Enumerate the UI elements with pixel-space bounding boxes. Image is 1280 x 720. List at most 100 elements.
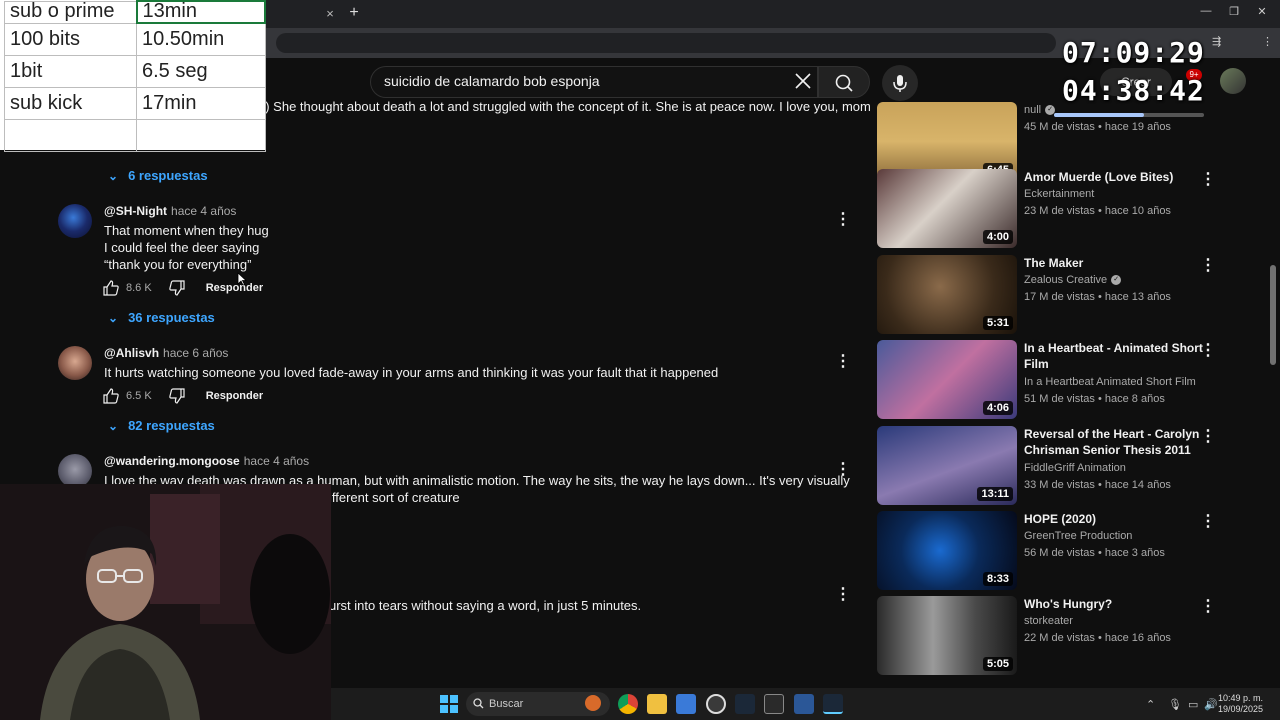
video-title[interactable]: Who's Hungry? [1024, 596, 1204, 612]
obs-icon[interactable] [706, 694, 726, 714]
recommended-video[interactable]: 13:11 Reversal of the Heart - Carolyn Ch… [877, 426, 1217, 506]
dislike-icon[interactable] [168, 279, 186, 297]
channel-label[interactable]: null [1024, 104, 1041, 116]
comment-line: That moment when they hug [104, 223, 269, 238]
channel-name[interactable]: GreenTree Production [1024, 530, 1132, 542]
video-thumbnail[interactable]: 5:05 [877, 596, 1017, 675]
author-name[interactable]: @SH-Night [104, 204, 167, 218]
video-title[interactable]: In a Heartbeat - Animated Short Film [1024, 340, 1204, 372]
comment-time[interactable]: hace 4 años [171, 204, 236, 218]
video-menu-icon[interactable]: ⋮ [1200, 171, 1216, 189]
view-replies-button[interactable]: ⌄ 6 respuestas [108, 168, 208, 183]
commenter-avatar[interactable] [58, 346, 92, 380]
channel-label[interactable]: Zealous Creative [1024, 274, 1107, 286]
file-explorer-icon[interactable] [647, 694, 667, 714]
tray-chevron-icon[interactable]: ⌃ [1146, 698, 1155, 711]
taskbar-clock[interactable]: 10:49 p. m. 19/09/2025 [1218, 693, 1263, 715]
channel-name[interactable]: In a Heartbeat Animated Short Film [1024, 376, 1196, 388]
search-highlight-icon[interactable] [585, 695, 601, 711]
recommended-video[interactable]: 4:00 Amor Muerde (Love Bites) Eckertainm… [877, 169, 1217, 249]
word-icon[interactable] [794, 694, 814, 714]
video-meta: 23 M de vistas • hace 10 años [1024, 205, 1171, 217]
channel-name[interactable]: null ✓ [1024, 104, 1056, 116]
recommended-video[interactable]: 5:05 Who's Hungry? storkeater 22 M de vi… [877, 596, 1217, 676]
price-item: sub o prime [4, 0, 137, 24]
commenter-avatar[interactable] [58, 454, 92, 488]
steam-icon[interactable] [735, 694, 755, 714]
tab-close-button[interactable]: × [322, 6, 338, 22]
comment-author[interactable]: @wandering.mongoose hace 4 años [104, 454, 309, 468]
view-replies-button[interactable]: ⌄ 36 respuestas [108, 310, 215, 325]
page-scrollbar[interactable] [1270, 265, 1276, 365]
like-icon[interactable] [102, 387, 120, 405]
video-title[interactable]: Amor Muerde (Love Bites) [1024, 169, 1204, 185]
video-thumbnail[interactable]: 8:33 [877, 511, 1017, 590]
display-tray-icon[interactable]: ▭ [1188, 698, 1198, 711]
recommended-video[interactable]: 4:06 In a Heartbeat - Animated Short Fil… [877, 340, 1217, 420]
search-icon [835, 74, 853, 92]
price-time: 17min [136, 86, 266, 120]
like-icon[interactable] [102, 279, 120, 297]
video-thumbnail[interactable]: 4:00 [877, 169, 1017, 248]
new-tab-button[interactable]: + [345, 4, 363, 22]
epic-games-icon[interactable] [764, 694, 784, 714]
price-time: 13min [135, 0, 266, 24]
browser-menu-icon[interactable]: ⋮ [1262, 35, 1273, 48]
comment-menu-icon[interactable]: ⋮ [835, 353, 851, 371]
commenter-avatar[interactable] [58, 204, 92, 238]
video-menu-icon[interactable]: ⋮ [1200, 598, 1216, 616]
comment-time[interactable]: hace 4 años [244, 454, 309, 468]
maximize-icon[interactable]: ❐ [1224, 5, 1244, 18]
author-name[interactable]: @wandering.mongoose [104, 454, 240, 468]
comment-time[interactable]: hace 6 años [163, 346, 228, 360]
author-name[interactable]: @Ahlisvh [104, 346, 159, 360]
reply-button[interactable]: Responder [206, 390, 263, 402]
comment-text: urst into tears without saying a word, i… [329, 597, 641, 614]
video-thumbnail[interactable]: 13:11 [877, 426, 1017, 505]
microsoft-store-icon[interactable] [676, 694, 696, 714]
microphone-tray-icon[interactable]: 🎙 [1168, 698, 1182, 711]
comment-menu-icon[interactable]: ⋮ [835, 586, 851, 604]
search-button[interactable] [818, 66, 870, 98]
price-time [136, 118, 266, 152]
video-meta: 51 M de vistas • hace 8 años [1024, 393, 1165, 405]
recommended-video[interactable]: 8:33 HOPE (2020) GreenTree Production 56… [877, 511, 1217, 591]
video-title[interactable]: The Maker [1024, 255, 1204, 271]
video-menu-icon[interactable]: ⋮ [1200, 257, 1216, 275]
video-menu-icon[interactable]: ⋮ [1200, 513, 1216, 531]
chrome-icon[interactable] [618, 694, 638, 714]
video-menu-icon[interactable]: ⋮ [1200, 342, 1216, 360]
url-input[interactable] [276, 33, 1056, 53]
volume-icon[interactable]: 🔊 [1204, 698, 1218, 711]
reply-button[interactable]: Responder [206, 282, 263, 294]
video-thumbnail[interactable]: 5:31 [877, 255, 1017, 334]
recommended-video[interactable]: 5:31 The Maker Zealous Creative ✓ 17 M de… [877, 255, 1217, 335]
steam-active-icon[interactable] [823, 694, 843, 714]
channel-name[interactable]: Eckertainment [1024, 188, 1094, 200]
channel-name[interactable]: Zealous Creative ✓ [1024, 274, 1122, 286]
dislike-icon[interactable] [168, 387, 186, 405]
comment-line: “thank you for everything” [104, 257, 252, 272]
windows-start-icon[interactable] [440, 695, 458, 713]
like-count: 8.6 K [126, 282, 152, 294]
webcam-overlay [0, 484, 331, 720]
chevron-down-icon: ⌄ [108, 168, 119, 183]
comment-menu-icon[interactable]: ⋮ [835, 461, 851, 479]
video-thumbnail[interactable]: 4:06 [877, 340, 1017, 419]
video-title[interactable]: HOPE (2020) [1024, 511, 1204, 527]
minimize-icon[interactable]: — [1196, 5, 1216, 17]
extensions-icon[interactable]: ⇶ [1212, 35, 1221, 48]
channel-name[interactable]: FiddleGriff Animation [1024, 462, 1126, 474]
clear-search-icon[interactable] [792, 70, 814, 92]
comment-author[interactable]: @SH-Night hace 4 años [104, 204, 236, 218]
video-meta: 17 M de vistas • hace 13 años [1024, 291, 1171, 303]
video-menu-icon[interactable]: ⋮ [1200, 428, 1216, 446]
video-title[interactable]: Reversal of the Heart - Carolyn Chrisman… [1024, 426, 1204, 458]
video-duration: 4:06 [982, 401, 1013, 415]
view-replies-button[interactable]: ⌄ 82 respuestas [108, 418, 215, 433]
account-avatar[interactable] [1220, 68, 1246, 94]
comment-menu-icon[interactable]: ⋮ [835, 211, 851, 229]
comment-author[interactable]: @Ahlisvh hace 6 años [104, 346, 228, 360]
close-window-icon[interactable]: ✕ [1252, 5, 1272, 18]
channel-name[interactable]: storkeater [1024, 615, 1073, 627]
